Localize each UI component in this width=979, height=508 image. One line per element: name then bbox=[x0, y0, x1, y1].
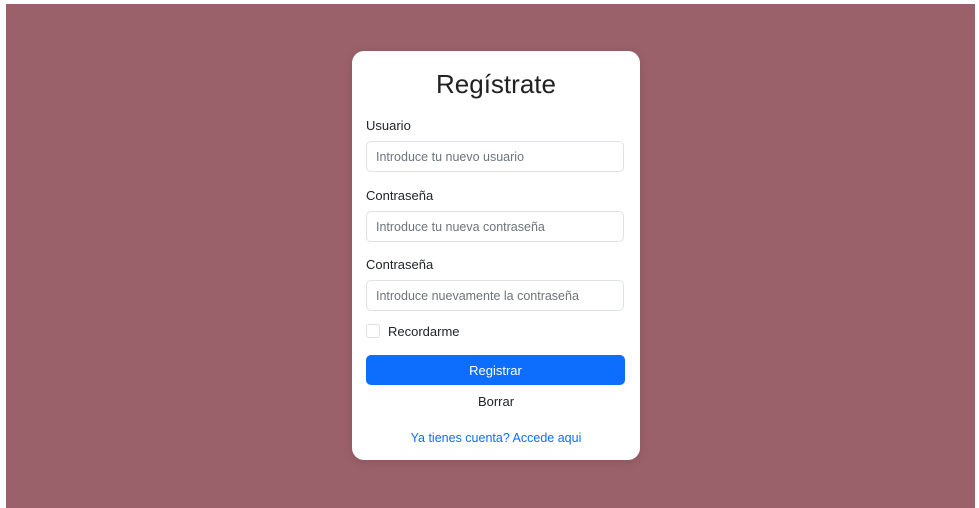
remember-row: Recordarme bbox=[366, 323, 460, 339]
remember-label[interactable]: Recordarme bbox=[388, 324, 460, 339]
password-confirm-label: Contraseña bbox=[366, 257, 434, 272]
register-card: Regístrate Usuario Contraseña Contraseña… bbox=[352, 51, 640, 460]
register-button[interactable]: Registrar bbox=[366, 355, 625, 385]
login-link[interactable]: Ya tienes cuenta? Accede aqui bbox=[352, 431, 640, 445]
remember-checkbox[interactable] bbox=[366, 324, 380, 338]
username-label: Usuario bbox=[366, 118, 411, 133]
username-input[interactable] bbox=[366, 141, 624, 172]
page-background: Regístrate Usuario Contraseña Contraseña… bbox=[6, 4, 975, 508]
password-input[interactable] bbox=[366, 211, 624, 242]
page-title: Regístrate bbox=[436, 69, 556, 99]
reset-button[interactable]: Borrar bbox=[352, 392, 640, 410]
password-confirm-input[interactable] bbox=[366, 280, 624, 311]
password-label: Contraseña bbox=[366, 188, 434, 203]
